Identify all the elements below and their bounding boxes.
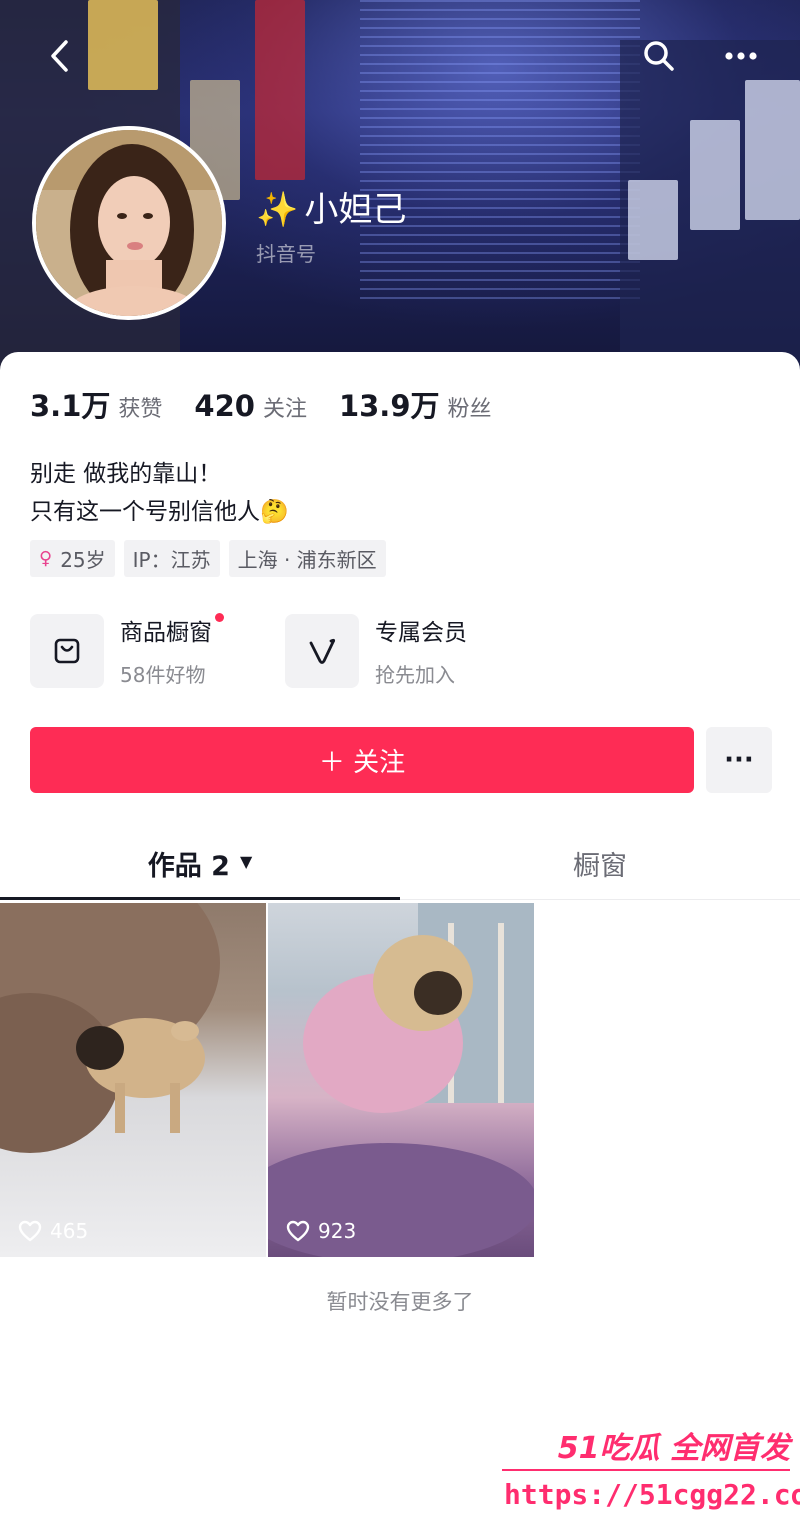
nickname-text: 小妲己: [304, 190, 407, 230]
ip-tag: IP：江苏: [123, 540, 220, 577]
watermark-url: https://51cgg22.com: [504, 1478, 800, 1511]
video-1-image: [0, 903, 220, 1153]
stat-following[interactable]: 420 关注: [194, 389, 307, 423]
tab-works-label: 作品 2: [147, 851, 230, 882]
shopping-bag-icon: [54, 638, 80, 663]
female-icon: ♀: [39, 548, 53, 569]
like-count: 923: [286, 1219, 356, 1243]
avatar[interactable]: [32, 126, 226, 320]
avatar-photo: [36, 130, 222, 316]
age-tag: ♀ 25岁: [30, 540, 115, 577]
tab-shop-window-label: 橱窗: [573, 851, 627, 882]
content-tabs: 作品 2 ▼ 橱窗: [0, 832, 800, 900]
no-more-content-text: 暂时没有更多了: [326, 1290, 474, 1314]
search-button[interactable]: [637, 34, 681, 78]
ip-tag-text: IP：江苏: [132, 548, 211, 572]
membership-sub: 抢先加入: [375, 663, 455, 687]
vip-v-icon: [309, 638, 336, 664]
location-tag-text: 上海 · 浦东新区: [237, 548, 377, 572]
stat-following-label: 关注: [262, 397, 307, 422]
location-tag: 上海 · 浦东新区: [228, 540, 386, 577]
more-options-button[interactable]: [719, 34, 763, 78]
shop-window-title-text: 商品橱窗: [120, 620, 212, 646]
heart-icon: [18, 1220, 42, 1242]
tab-works[interactable]: 作品 2 ▼: [0, 832, 400, 900]
watermark-divider: [502, 1469, 790, 1471]
stat-likes[interactable]: 3.1万 获赞: [30, 383, 162, 425]
tab-active-indicator: [0, 897, 400, 900]
douyin-id-label[interactable]: 抖音号: [256, 238, 316, 267]
like-count-value: 465: [50, 1219, 89, 1243]
like-count: 465: [18, 1219, 88, 1243]
search-icon: [644, 41, 674, 71]
stat-following-value: 420: [194, 389, 255, 423]
follow-button[interactable]: ＋ 关注: [30, 727, 694, 793]
nickname: ✨ 小妲己: [256, 182, 406, 231]
membership-title: 专属会员: [375, 620, 467, 646]
stat-likes-label: 获赞: [118, 397, 163, 422]
tab-shop-window[interactable]: 橱窗: [400, 832, 800, 900]
video-thumbnail[interactable]: 923: [268, 903, 534, 1257]
stat-followers-value: 13.9万: [338, 389, 440, 423]
shop-window-title: 商品橱窗: [120, 613, 224, 647]
back-button[interactable]: [38, 34, 82, 78]
age-tag-text: 25岁: [60, 548, 106, 572]
sparkle-icon: ✨: [256, 190, 299, 230]
heart-icon: [286, 1220, 310, 1242]
video-thumbnail[interactable]: 465: [0, 903, 266, 1257]
bio-line-2: 只有这一个号别信他人🤔: [30, 499, 289, 525]
watermark: 51吃瓜 全网首发 https://51cgg22.com: [496, 1423, 800, 1525]
watermark-brand: 51吃瓜 全网首发: [557, 1431, 790, 1466]
like-count-value: 923: [318, 1219, 357, 1243]
notification-dot: [215, 613, 224, 622]
membership-entry[interactable]: 专属会员 抢先加入: [285, 613, 467, 688]
stat-followers[interactable]: 13.9万 粉丝: [339, 383, 492, 425]
member-icon-box: [285, 613, 359, 688]
chevron-left-icon: [51, 40, 68, 72]
video-2-image: [268, 903, 534, 1257]
bio-line-1: 别走 做我的靠山！: [30, 461, 222, 487]
stat-followers-label: 粉丝: [447, 397, 492, 422]
shop-window-entry[interactable]: 商品橱窗 58件好物: [30, 613, 224, 688]
shop-icon-box: [30, 613, 104, 688]
shop-window-sub: 58件好物: [120, 663, 206, 687]
caret-down-icon: ▼: [239, 852, 253, 871]
more-actions-button[interactable]: ···: [706, 727, 772, 793]
more-dots-icon: [725, 52, 757, 60]
profile-tags: ♀ 25岁 IP：江苏 上海 · 浦东新区: [30, 540, 395, 577]
stats-row: 3.1万 获赞 420 关注 13.9万 粉丝: [30, 383, 524, 425]
stat-likes-value: 3.1万: [30, 389, 111, 423]
bio: 别走 做我的靠山！ 只有这一个号别信他人🤔: [30, 455, 289, 531]
